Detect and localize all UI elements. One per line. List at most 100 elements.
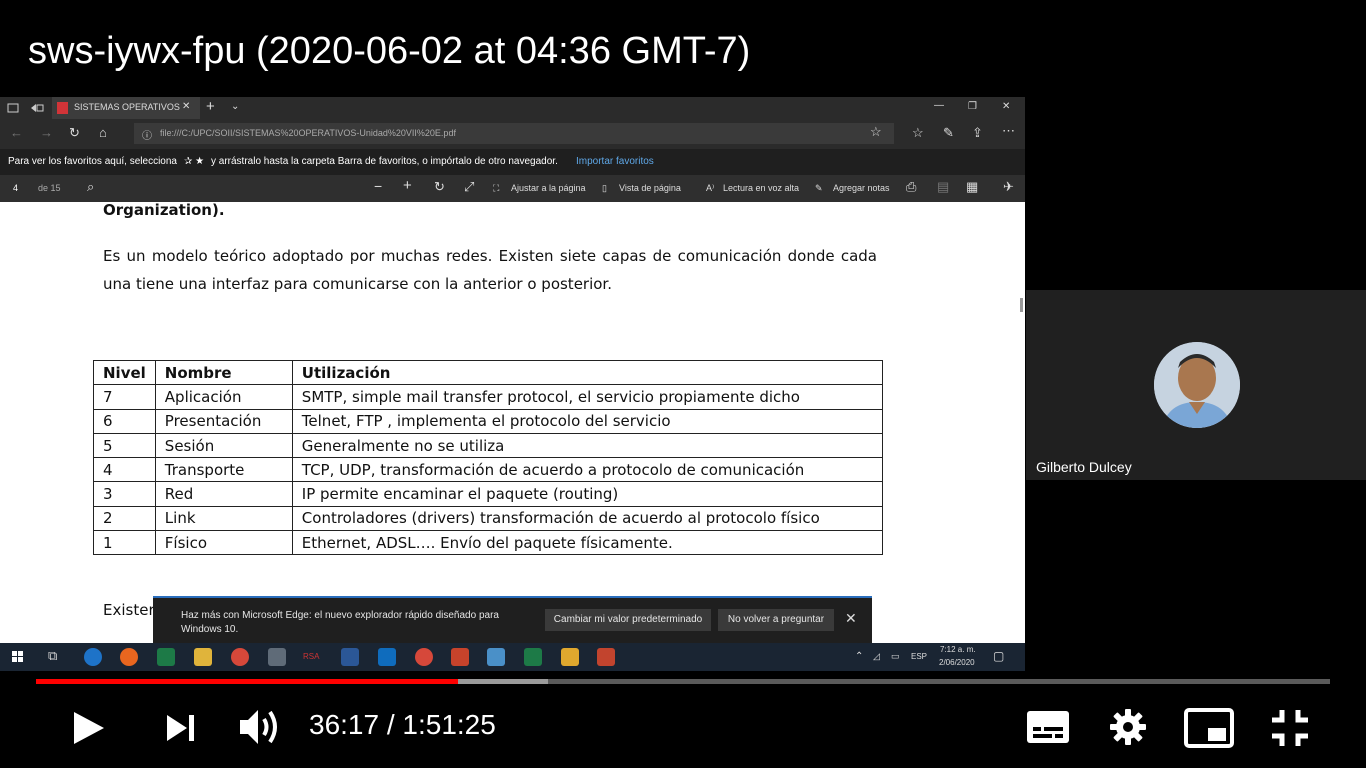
tab-preview-icon[interactable] xyxy=(7,103,19,113)
fit-page-button[interactable]: Ajustar a la página xyxy=(511,183,586,193)
clock-date[interactable]: 2/06/2020 xyxy=(939,658,975,667)
participant-name: Gilberto Dulcey xyxy=(1036,459,1132,475)
header-nombre: Nombre xyxy=(154,359,293,386)
import-favorites-link[interactable]: Importar favoritos xyxy=(576,156,654,167)
home-icon[interactable]: ⌂ xyxy=(99,125,107,140)
task-view-icon[interactable]: ⧉ xyxy=(48,648,57,664)
next-icon[interactable] xyxy=(165,713,197,743)
notifications-icon[interactable]: ▢ xyxy=(993,649,1004,663)
dont-ask-again-button[interactable]: No volver a preguntar xyxy=(718,609,834,631)
cell-level: 4 xyxy=(93,457,156,483)
cell-name: Transporte xyxy=(154,457,293,483)
virtualbox-taskbar-icon[interactable] xyxy=(487,648,505,666)
cell-level: 3 xyxy=(93,481,156,507)
edge-taskbar-icon[interactable] xyxy=(84,648,102,666)
page-total: de 15 xyxy=(38,183,61,193)
cell-level: 6 xyxy=(93,408,156,434)
pdf-toolbar: 4 de 15 ⌕ − + ↻ ⤢ ⛶ Ajustar a la página … xyxy=(0,175,1025,203)
cell-name: Aplicación xyxy=(154,384,293,410)
save-as-icon[interactable]: ▦ xyxy=(966,179,978,195)
favorite-star-icon[interactable]: ☆ xyxy=(870,124,882,140)
cell-usage: Generalmente no se utiliza xyxy=(291,432,883,459)
calculator-taskbar-icon[interactable] xyxy=(268,648,286,666)
refresh-icon[interactable]: ↻ xyxy=(69,125,80,141)
pin-icon[interactable]: ✈ xyxy=(1003,179,1014,195)
close-icon[interactable]: ✕ xyxy=(845,610,857,627)
subtitles-icon[interactable] xyxy=(1026,710,1070,744)
favorites-bar: Para ver los favoritos aquí, selecciona … xyxy=(0,149,1025,175)
url-input[interactable]: ⓘ file:///C:/UPC/SOII/SISTEMAS%20OPERATI… xyxy=(134,123,894,144)
exit-fullscreen-icon[interactable] xyxy=(1270,708,1310,748)
excel-app-taskbar-icon[interactable] xyxy=(157,648,175,666)
share-icon[interactable]: ⇪ xyxy=(972,125,983,141)
new-tab-icon[interactable]: + xyxy=(206,98,215,115)
rsa-taskbar-icon[interactable]: RSA xyxy=(303,652,319,661)
settings-gear-icon[interactable] xyxy=(1109,708,1147,746)
seek-bar[interactable] xyxy=(36,679,1330,684)
file-explorer-taskbar-icon[interactable] xyxy=(194,648,212,666)
clock-time[interactable]: 7:12 a. m. xyxy=(940,645,976,654)
favorites-prompt-2: y arrástralo hasta la carpeta Barra de f… xyxy=(211,156,558,167)
maximize-icon[interactable]: ❐ xyxy=(968,101,977,112)
zoom-in-icon[interactable]: + xyxy=(403,177,412,194)
app-taskbar-icon[interactable] xyxy=(597,648,615,666)
word-taskbar-icon[interactable] xyxy=(341,648,359,666)
chrome-2-taskbar-icon[interactable] xyxy=(415,648,433,666)
more-menu-icon[interactable]: ⋯ xyxy=(1002,123,1015,139)
zoom-out-icon[interactable]: − xyxy=(374,178,382,194)
tab-strip: SISTEMAS OPERATIVOS ✕ + ⌄ — ❐ ✕ xyxy=(0,97,1025,119)
search-icon[interactable]: ⌕ xyxy=(87,179,94,195)
firefox-taskbar-icon[interactable] xyxy=(120,648,138,666)
favorites-hub-icon[interactable]: ☆ xyxy=(912,125,924,141)
cell-name: Sesión xyxy=(154,432,293,459)
cell-usage: Telnet, FTP , implementa el protocolo de… xyxy=(291,408,883,434)
read-aloud-button[interactable]: Lectura en voz alta xyxy=(723,183,799,193)
window-close-icon[interactable]: ✕ xyxy=(1002,101,1010,112)
cell-level: 1 xyxy=(93,530,156,556)
print-icon[interactable]: ⎙ xyxy=(906,179,916,195)
chrome-taskbar-icon[interactable] xyxy=(231,648,249,666)
excel-taskbar-icon[interactable] xyxy=(524,648,542,666)
tab-close-icon[interactable]: ✕ xyxy=(182,101,190,112)
cell-name: Presentación xyxy=(154,408,293,434)
pdf-scrollbar[interactable] xyxy=(1020,298,1023,312)
table-row: 4 Transporte TCP, UDP, transformación de a… xyxy=(93,457,883,483)
back-icon[interactable]: ← xyxy=(10,125,23,140)
header-utilizacion: Utilización xyxy=(291,359,883,386)
played-bar xyxy=(36,679,458,684)
windows-start-icon[interactable] xyxy=(12,651,24,663)
network-icon[interactable]: ◿ xyxy=(873,651,880,662)
fullscreen-icon[interactable]: ⤢ xyxy=(464,179,474,195)
forward-icon[interactable]: → xyxy=(40,125,53,140)
tray-chevron-icon[interactable]: ⌃ xyxy=(855,651,863,662)
volume-icon[interactable] xyxy=(238,707,282,747)
pdf-page: Organization). Es un modelo teórico adop… xyxy=(0,201,1025,643)
info-icon[interactable]: ⓘ xyxy=(142,127,152,142)
minimize-icon[interactable]: — xyxy=(934,100,944,111)
page-view-icon[interactable]: ▯ xyxy=(602,183,607,194)
change-default-button[interactable]: Cambiar mi valor predeterminado xyxy=(545,609,711,631)
battery-icon[interactable]: ▭ xyxy=(891,651,900,662)
fit-page-icon[interactable]: ⛶ xyxy=(493,183,499,194)
powerpoint-taskbar-icon[interactable] xyxy=(451,648,469,666)
outlook-taskbar-icon[interactable] xyxy=(378,648,396,666)
tab-sistemas-operativos[interactable]: SISTEMAS OPERATIVOS ✕ xyxy=(52,97,200,119)
rotate-icon[interactable]: ↻ xyxy=(434,179,445,195)
page-view-button[interactable]: Vista de página xyxy=(619,183,681,193)
page-number-input[interactable]: 4 xyxy=(13,183,18,193)
add-notes-button[interactable]: Agregar notas xyxy=(833,183,890,193)
save-icon[interactable]: ▤ xyxy=(937,179,949,195)
cell-name: Físico xyxy=(154,530,293,556)
tab-list-chevron-icon[interactable]: ⌄ xyxy=(231,101,239,112)
cell-usage: Controladores (drivers) transformación d… xyxy=(291,505,883,532)
read-aloud-icon[interactable]: A⁾ xyxy=(706,183,714,194)
favorites-prompt: Para ver los favoritos aquí, selecciona xyxy=(8,156,177,167)
web-note-icon[interactable]: ✎ xyxy=(943,125,954,141)
miniplayer-icon[interactable] xyxy=(1184,708,1236,748)
table-row: 6 Presentación Telnet, FTP , implementa el… xyxy=(93,408,883,434)
play-icon[interactable] xyxy=(72,710,106,746)
add-notes-icon[interactable]: ✎ xyxy=(815,183,823,194)
tools-taskbar-icon[interactable] xyxy=(561,648,579,666)
language-indicator[interactable]: ESP xyxy=(911,652,927,661)
set-tabs-aside-icon[interactable] xyxy=(30,103,44,113)
